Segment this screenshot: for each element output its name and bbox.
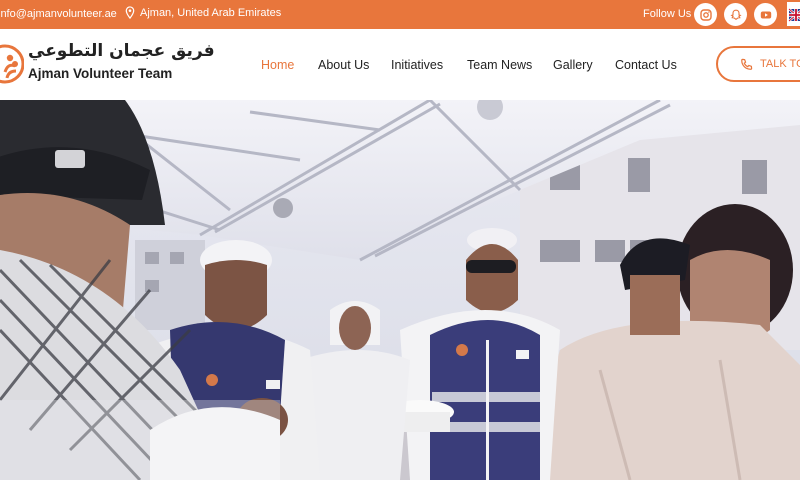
phone-icon xyxy=(741,58,753,70)
follow-us-label: Follow Us xyxy=(643,8,692,20)
location-info: Ajman, United Arab Emirates xyxy=(124,6,281,19)
map-pin-icon xyxy=(125,6,135,19)
youtube-button[interactable] xyxy=(754,3,777,26)
logo-english-text: Ajman Volunteer Team xyxy=(28,66,173,81)
language-flag-icon[interactable] xyxy=(787,2,800,26)
main-header: فريق عجمان التطوعي Ajman Volunteer Team … xyxy=(0,29,800,100)
nav-contact-us[interactable]: Contact Us xyxy=(615,58,677,72)
talk-to-label: TALK TO xyxy=(760,58,800,70)
location-text: Ajman, United Arab Emirates xyxy=(140,6,282,19)
logo-arabic-text: فريق عجمان التطوعي xyxy=(28,41,215,61)
hero-banner-photo xyxy=(0,100,800,480)
youtube-icon xyxy=(760,11,771,18)
nav-home[interactable]: Home xyxy=(261,58,294,72)
top-bar: info@ajmanvolunteer.ae Ajman, United Ara… xyxy=(0,0,800,29)
nav-about-us[interactable]: About Us xyxy=(318,58,369,72)
nav-initiatives[interactable]: Initiatives xyxy=(391,58,443,72)
instagram-button[interactable] xyxy=(694,3,717,26)
talk-to-us-button[interactable]: TALK TO xyxy=(716,46,800,82)
team-logo-icon[interactable] xyxy=(0,42,25,86)
instagram-icon xyxy=(699,8,712,21)
contact-email-link[interactable]: info@ajmanvolunteer.ae xyxy=(0,8,117,20)
nav-gallery[interactable]: Gallery xyxy=(553,58,593,72)
snapchat-icon xyxy=(729,9,742,20)
snapchat-button[interactable] xyxy=(724,3,747,26)
nav-team-news[interactable]: Team News xyxy=(467,58,532,72)
